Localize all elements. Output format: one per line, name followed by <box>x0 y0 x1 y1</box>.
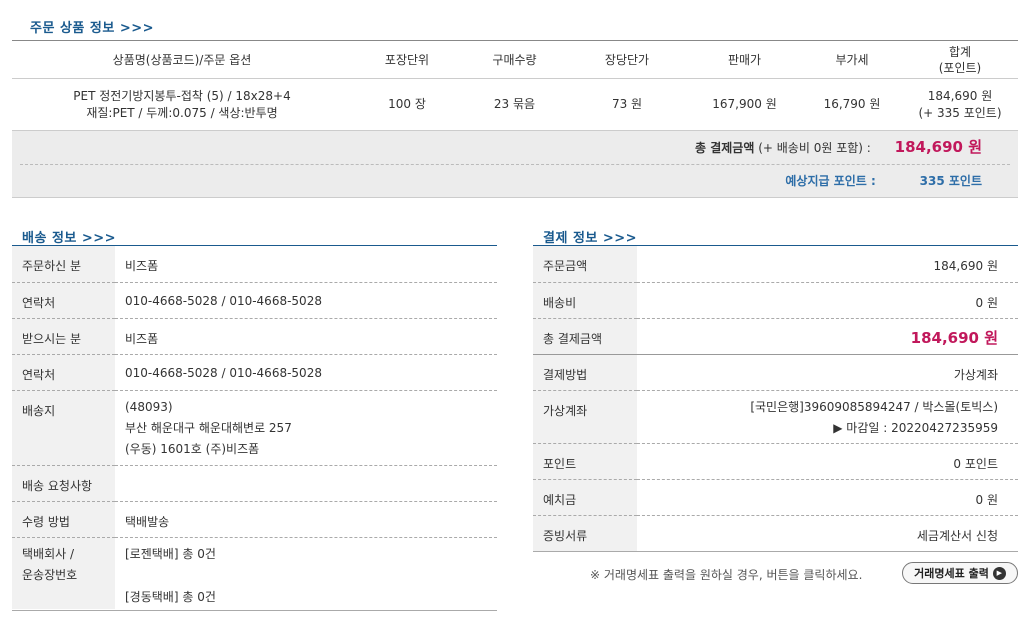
col-header-qty: 구매수량 <box>462 40 567 79</box>
payment-total-label: 총 결제금액 <box>533 318 637 355</box>
product-points: (+ 335 포인트) <box>918 105 1002 120</box>
col-header-points-label: (포인트) <box>938 60 982 75</box>
table-row: 포인트 0 포인트 <box>533 443 1018 480</box>
recipient-label: 받으시는 분 <box>12 318 115 355</box>
receipt-type-label: 증빙서류 <box>533 515 637 552</box>
payment-total-amount: 184,690 원 <box>910 328 998 347</box>
product-total-cell: 184,690 원 (+ 335 포인트) <box>902 79 1018 131</box>
table-row: 결제방법 가상계좌 <box>533 354 1018 391</box>
table-row: PET 정전기방지봉투-접착 (5) / 18x28+4 재질:PET / 두께… <box>12 79 1018 131</box>
payment-info-title: 결제 정보 >>> <box>543 231 638 246</box>
product-name-cell: PET 정전기방지봉투-접착 (5) / 18x28+4 재질:PET / 두께… <box>12 79 352 131</box>
order-total-shipping-note: (+ 배송비 0원 포함) : <box>758 141 871 155</box>
product-name[interactable]: PET 정전기방지봉투-접착 (5) / 18x28+4 <box>73 89 290 103</box>
courier-1: [로젠택배] 총 0건 <box>125 546 216 561</box>
payment-method-value: 가상계좌 <box>637 354 1018 391</box>
receive-method-label: 수령 방법 <box>12 501 115 538</box>
col-header-vat: 부가세 <box>802 40 902 79</box>
order-amount-value: 184,690 원 <box>637 246 1018 283</box>
receipt-type-value: 세금계산서 신청 <box>637 515 1018 552</box>
order-amount-label: 주문금액 <box>533 246 637 283</box>
address-line2: (우동) 1601호 (주)비즈폼 <box>125 441 260 456</box>
expected-points-row: 예상지급 포인트 : 335 포인트 <box>785 165 982 197</box>
payment-info-table: 주문금액 184,690 원 배송비 0 원 총 결제금액 184,690 원 … <box>533 246 1018 552</box>
recipient-phone-label: 연락처 <box>12 354 115 391</box>
play-arrow-icon: ▶ <box>992 566 1006 580</box>
order-total-amount: 184,690 원 <box>894 138 982 156</box>
orderer-value: 비즈폼 <box>115 246 497 283</box>
shipping-info-table: 주문하신 분 비즈폼 연락처 010-4668-5028 / 010-4668-… <box>12 246 497 609</box>
col-header-sale-price: 판매가 <box>687 40 802 79</box>
order-total-row: 총 결제금액 (+ 배송비 0원 포함) : 184,690 원 <box>695 131 982 163</box>
expected-points-label: 예상지급 포인트 : <box>785 174 876 188</box>
table-row: 증빙서류 세금계산서 신청 <box>533 515 1018 552</box>
payment-method-label: 결제방법 <box>533 354 637 391</box>
table-row: 총 결제금액 184,690 원 <box>533 318 1018 355</box>
recipient-value: 비즈폼 <box>115 318 497 355</box>
col-header-total: 합계 (포인트) <box>902 40 1018 79</box>
points-value: 0 포인트 <box>637 443 1018 480</box>
courier-value: [로젠택배] 총 0건 [경동택배] 총 0건 <box>115 537 497 609</box>
courier-2: [경동택배] 총 0건 <box>125 589 216 604</box>
virtual-account-value: [국민은행]39609085894247 / 박스몰(토빅스) ▶ 마감일 : … <box>637 390 1018 444</box>
table-header-row: 상품명(상품코드)/주문 옵션 포장단위 구매수량 장당단가 판매가 부가세 합… <box>12 40 1018 79</box>
deposit-value: 0 원 <box>637 479 1018 516</box>
table-row: 주문금액 184,690 원 <box>533 246 1018 283</box>
points-label: 포인트 <box>533 443 637 480</box>
product-option: 재질:PET / 두께:0.075 / 색상:반투명 <box>86 105 278 120</box>
recipient-phone-value: 010-4668-5028 / 010-4668-5028 <box>115 354 497 391</box>
table-row: 배송 요청사항 <box>12 465 497 502</box>
deposit-label: 예치금 <box>533 479 637 516</box>
orderer-label: 주문하신 분 <box>12 246 115 283</box>
product-qty: 23 묶음 <box>493 97 536 112</box>
virtual-account-label: 가상계좌 <box>533 390 637 444</box>
product-vat: 16,790 원 <box>823 97 881 112</box>
payment-total-value: 184,690 원 <box>637 318 1018 355</box>
table-row: 예치금 0 원 <box>533 479 1018 516</box>
product-unit: 100 장 <box>388 97 426 112</box>
col-header-total-label: 합계 <box>948 44 972 59</box>
col-header-product: 상품명(상품코드)/주문 옵션 <box>12 40 352 79</box>
print-statement-button[interactable]: 거래명세표 출력 ▶ <box>902 562 1018 584</box>
address-value: (48093) 부산 해운대구 해운대해변로 257 (우동) 1601호 (주… <box>115 390 497 466</box>
address-label: 배송지 <box>12 390 115 466</box>
virtual-account-number: [국민은행]39609085894247 / 박스몰(토빅스) <box>750 399 998 414</box>
table-row: 택배회사 / 운송장번호 [로젠택배] 총 0건 [경동택배] 총 0건 <box>12 537 497 609</box>
address-zip: (48093) <box>125 399 173 414</box>
table-row: 배송지 (48093) 부산 해운대구 해운대해변로 257 (우동) 1601… <box>12 390 497 466</box>
shipping-fee-value: 0 원 <box>637 282 1018 319</box>
delivery-request-label: 배송 요청사항 <box>12 465 115 502</box>
expected-points-value: 335 포인트 <box>919 174 982 188</box>
shipping-bottom-rule <box>12 610 497 611</box>
delivery-request-value <box>115 465 497 502</box>
product-unit-price: 73 원 <box>611 97 643 112</box>
order-items-table: 상품명(상품코드)/주문 옵션 포장단위 구매수량 장당단가 판매가 부가세 합… <box>12 40 1018 131</box>
courier-label-2: 운송장번호 <box>22 567 78 582</box>
table-row: 받으시는 분 비즈폼 <box>12 318 497 355</box>
address-line1: 부산 해운대구 해운대해변로 257 <box>125 420 292 435</box>
shipping-fee-label: 배송비 <box>533 282 637 319</box>
courier-label: 택배회사 / 운송장번호 <box>12 537 115 609</box>
table-row: 주문하신 분 비즈폼 <box>12 246 497 283</box>
col-header-unit: 포장단위 <box>352 40 462 79</box>
order-total-box: 총 결제금액 (+ 배송비 0원 포함) : 184,690 원 예상지급 포인… <box>12 130 1018 198</box>
product-total: 184,690 원 <box>927 88 993 103</box>
order-total-label: 총 결제금액 <box>695 141 755 155</box>
orderer-phone-value: 010-4668-5028 / 010-4668-5028 <box>115 282 497 319</box>
table-row: 수령 방법 택배발송 <box>12 501 497 538</box>
receive-method-value: 택배발송 <box>115 501 497 538</box>
order-items-title: 주문 상품 정보 >>> <box>30 21 155 36</box>
table-row: 연락처 010-4668-5028 / 010-4668-5028 <box>12 354 497 391</box>
print-statement-label: 거래명세표 출력 <box>914 567 989 580</box>
product-sale-price: 167,900 원 <box>712 97 777 112</box>
table-row: 배송비 0 원 <box>533 282 1018 319</box>
col-header-unit-price: 장당단가 <box>567 40 687 79</box>
orderer-phone-label: 연락처 <box>12 282 115 319</box>
virtual-account-deadline: ▶ 마감일 : 20220427235959 <box>833 420 998 435</box>
table-row: 연락처 010-4668-5028 / 010-4668-5028 <box>12 282 497 319</box>
receipt-notice: ※ 거래명세표 출력을 원하실 경우, 버튼을 클릭하세요. <box>590 568 863 582</box>
table-row: 가상계좌 [국민은행]39609085894247 / 박스몰(토빅스) ▶ 마… <box>533 390 1018 444</box>
courier-label-1: 택배회사 / <box>22 546 75 561</box>
shipping-info-title: 배송 정보 >>> <box>22 231 117 246</box>
